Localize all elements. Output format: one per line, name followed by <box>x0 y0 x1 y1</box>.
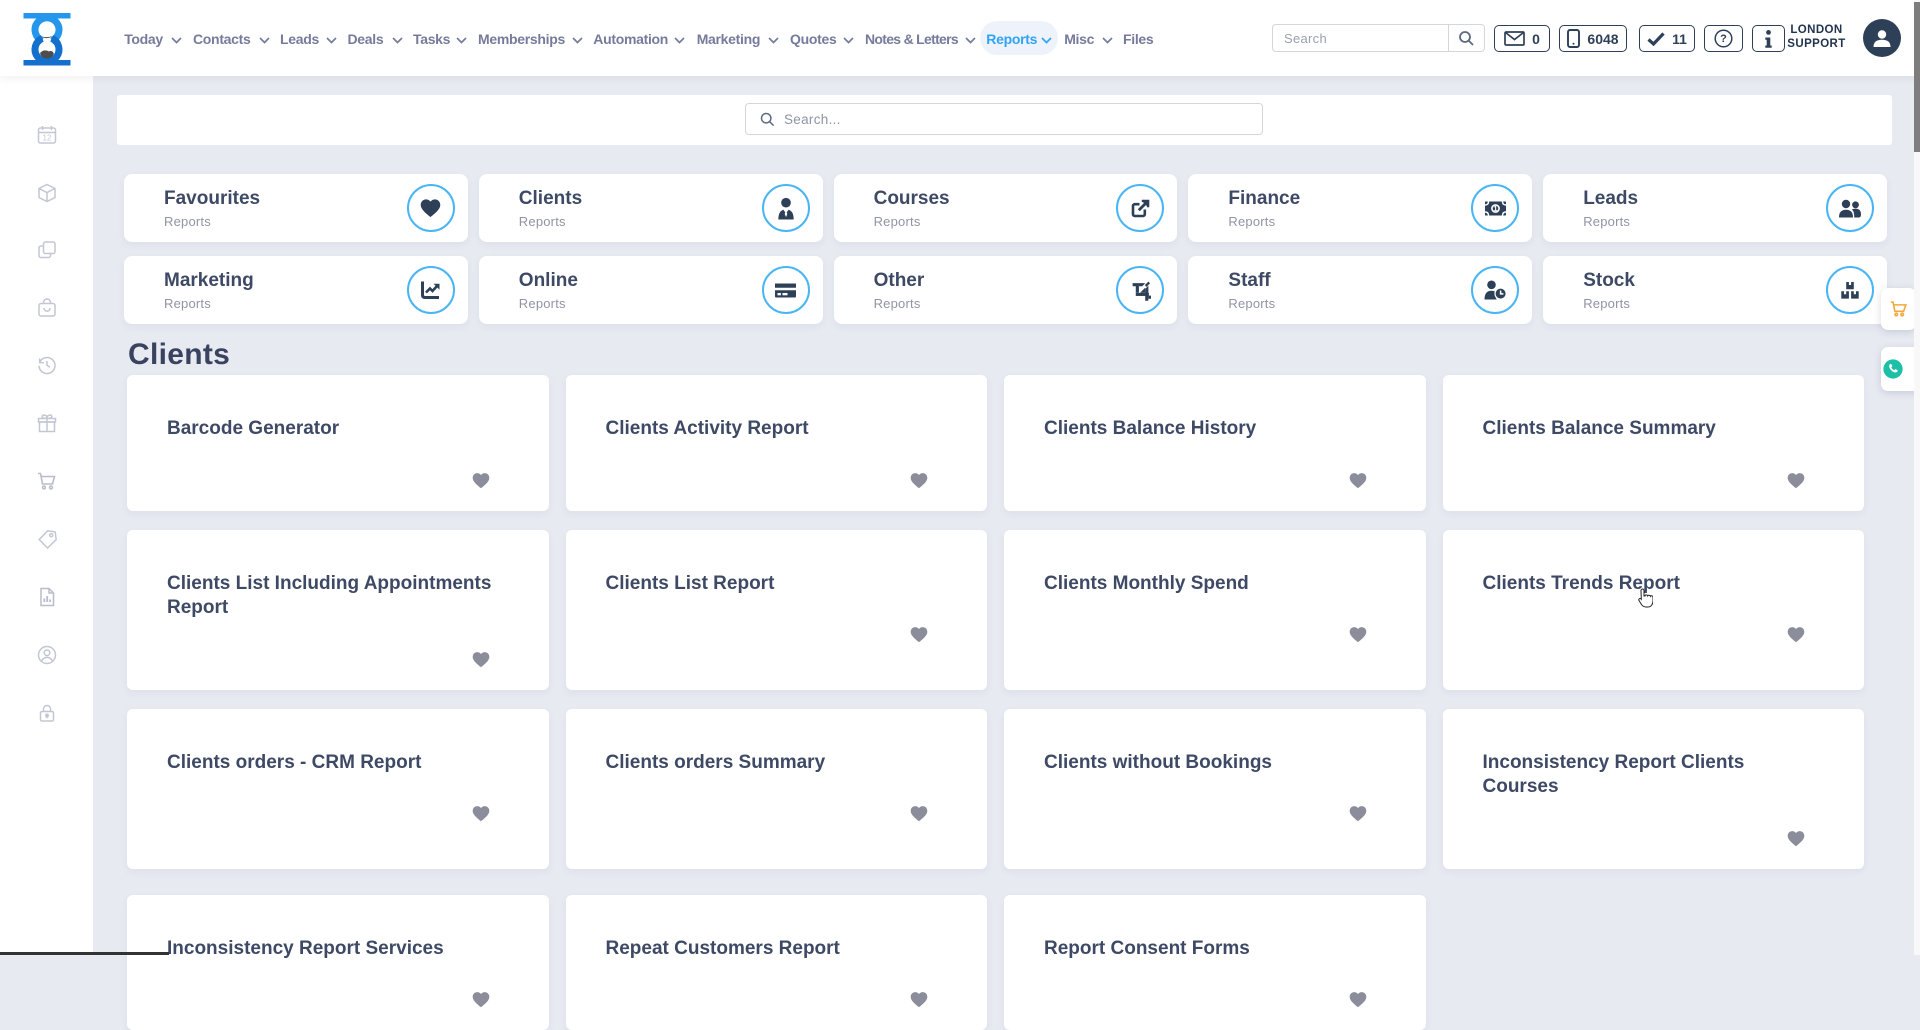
svg-text:12: 12 <box>43 134 52 143</box>
svg-text:?: ? <box>1720 33 1727 45</box>
svg-text:1: 1 <box>1493 204 1497 213</box>
